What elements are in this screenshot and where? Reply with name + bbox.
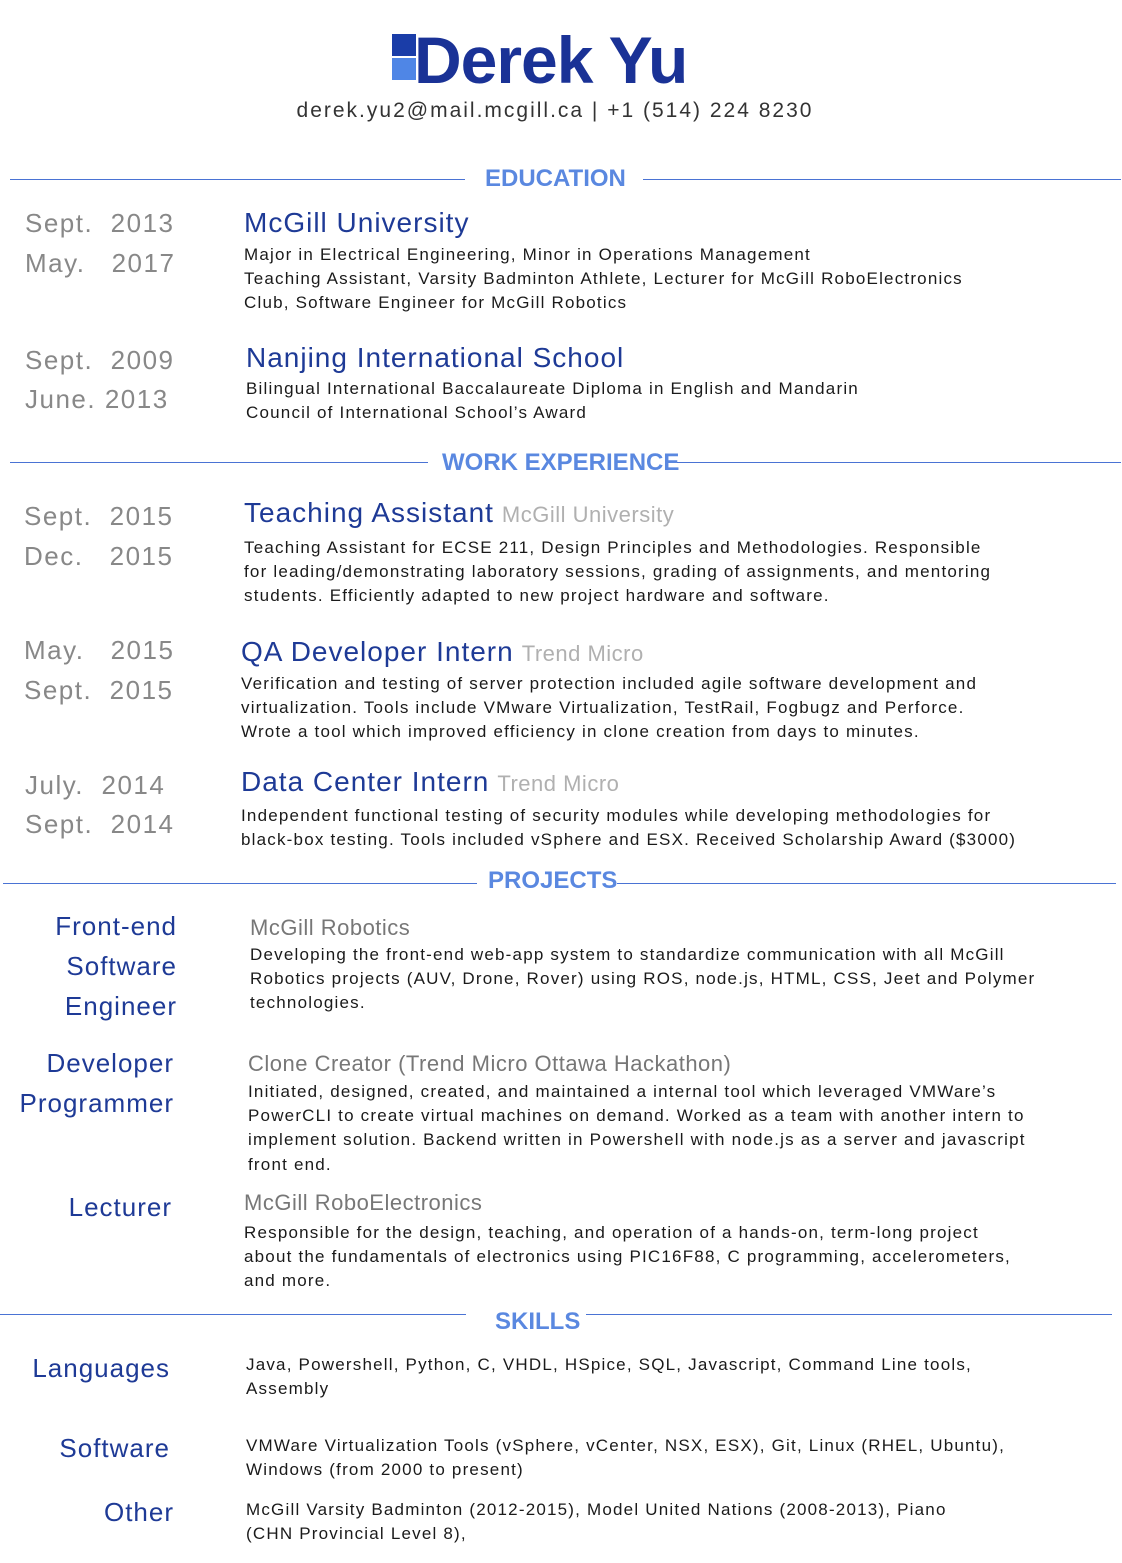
description-line: Developing the front-end web-app system …	[250, 945, 1005, 964]
description-line: Robotics projects (AUV, Drone, Rover) us…	[250, 969, 1036, 989]
description-line: Club, Software Engineer for McGill Robot…	[244, 293, 628, 313]
projects-heading: PROJECTS	[488, 867, 618, 894]
skills-heading: SKILLS	[495, 1308, 581, 1335]
work-3-start-date: July. 2014	[25, 770, 166, 800]
skill-other-list: McGill Varsity Badminton (2012-2015), Mo…	[246, 1498, 947, 1546]
description-line: VMWare Virtualization Tools (vSphere, vC…	[246, 1436, 1006, 1455]
skills-rule-right	[586, 1314, 1112, 1315]
edu-1-end-date: May. 2017	[25, 248, 176, 278]
work-rule-right	[677, 462, 1121, 463]
project-3-role: Lecturer	[10, 1187, 172, 1227]
projects-rule-right	[617, 883, 1116, 884]
description-line: Verification and testing of server prote…	[241, 674, 978, 693]
role-line: Software	[66, 951, 177, 981]
work-1-org: McGill University	[501, 502, 675, 527]
logo-mark	[392, 34, 416, 80]
skill-software-list: VMWare Virtualization Tools (vSphere, vC…	[246, 1434, 1005, 1482]
edu-2-start-date: Sept. 2009	[25, 345, 175, 375]
logo-block-top	[392, 34, 416, 56]
work-1-description: Teaching Assistant for ECSE 211, Design …	[244, 536, 991, 609]
work-2-role: QA Developer Intern	[241, 636, 514, 667]
description-line: Council of International School’s Award	[246, 403, 588, 423]
edu-1-description: Major in Electrical Engineering, Minor i…	[244, 243, 963, 316]
description-line: Teaching Assistant, Varsity Badminton At…	[244, 269, 963, 289]
description-line: Windows (from 2000 to present)	[246, 1460, 524, 1480]
edu-1-start-date: Sept. 2013	[25, 208, 175, 238]
work-2-end-date: Sept. 2015	[24, 675, 174, 705]
project-1-description: Developing the front-end web-app system …	[250, 943, 1035, 1016]
description-line: Java, Powershell, Python, C, VHDL, HSpic…	[246, 1355, 972, 1374]
edu-2-end-date: June. 2013	[25, 384, 169, 414]
role-line: Developer	[46, 1048, 174, 1078]
work-1-end-date: Dec. 2015	[24, 541, 174, 571]
project-1-role: Front-end Software Engineer	[10, 906, 177, 1026]
description-line: Teaching Assistant for ECSE 211, Design …	[244, 538, 982, 557]
description-line: implement solution. Backend written in P…	[248, 1130, 1026, 1150]
project-1-title: McGill Robotics	[250, 915, 411, 940]
skill-other-label: Other	[103, 1497, 174, 1527]
work-heading: WORK EXPERIENCE	[442, 449, 680, 476]
role-line: Front-end	[55, 911, 177, 941]
project-2-role: Developer Programmer	[10, 1043, 174, 1123]
role-line: Programmer	[19, 1088, 174, 1118]
work-2-title: QA Developer Intern Trend Micro	[241, 636, 644, 670]
description-line: McGill Varsity Badminton (2012-2015), Mo…	[246, 1500, 947, 1519]
education-heading: EDUCATION	[485, 165, 626, 192]
work-1-title: Teaching Assistant McGill University	[244, 497, 674, 531]
description-line: Wrote a tool which improved efficiency i…	[241, 722, 920, 742]
description-line: black-box testing. Tools included vSpher…	[241, 830, 1017, 850]
description-line: PowerCLI to create virtual machines on d…	[248, 1106, 1025, 1126]
education-rule-left	[10, 179, 465, 180]
skill-languages-label: Languages	[32, 1353, 170, 1383]
description-line: (CHN Provincial Level 8),	[246, 1524, 467, 1544]
work-1-role: Teaching Assistant	[244, 497, 494, 528]
work-2-start-date: May. 2015	[24, 635, 175, 665]
work-3-description: Independent functional testing of securi…	[241, 804, 1016, 852]
description-line: Major in Electrical Engineering, Minor i…	[244, 245, 811, 264]
role-line: Engineer	[64, 991, 177, 1021]
edu-2-description: Bilingual International Baccalaureate Di…	[246, 377, 859, 425]
skill-languages-list: Java, Powershell, Python, C, VHDL, HSpic…	[246, 1353, 972, 1401]
edu-1-title: McGill University	[244, 207, 470, 238]
project-3-description: Responsible for the design, teaching, an…	[244, 1221, 1011, 1294]
work-3-org: Trend Micro	[497, 771, 620, 796]
description-line: Independent functional testing of securi…	[241, 806, 992, 825]
description-line: Initiated, designed, created, and mainta…	[248, 1082, 997, 1101]
contact-info: derek.yu2@mail.mcgill.ca | +1 (514) 224 …	[296, 99, 814, 122]
work-rule-left	[10, 462, 428, 463]
project-3-title: McGill RoboElectronics	[244, 1190, 483, 1215]
description-line: and more.	[244, 1271, 332, 1291]
work-1-start-date: Sept. 2015	[24, 501, 174, 531]
work-2-description: Verification and testing of server prote…	[241, 672, 977, 745]
work-2-org: Trend Micro	[521, 641, 644, 666]
work-3-role: Data Center Intern	[241, 766, 490, 797]
description-line: virtualization. Tools include VMware Vir…	[241, 698, 965, 718]
description-line: Assembly	[246, 1379, 330, 1399]
project-2-title: Clone Creator (Trend Micro Ottawa Hackat…	[248, 1051, 732, 1076]
logo-block-bottom	[392, 58, 416, 80]
description-line: about the fundamentals of electronics us…	[244, 1247, 1011, 1267]
description-line: Responsible for the design, teaching, an…	[244, 1223, 979, 1242]
role-line: Lecturer	[68, 1192, 172, 1222]
description-line: for leading/demonstrating laboratory ses…	[244, 562, 992, 582]
project-2-description: Initiated, designed, created, and mainta…	[248, 1080, 1026, 1177]
projects-rule-left	[3, 883, 477, 884]
description-line: front end.	[248, 1154, 332, 1174]
description-line: students. Efficiently adapted to new pro…	[244, 586, 830, 606]
education-rule-right	[643, 179, 1121, 180]
work-3-end-date: Sept. 2014	[25, 809, 175, 839]
description-line: technologies.	[250, 993, 366, 1013]
work-3-title: Data Center Intern Trend Micro	[241, 766, 619, 800]
candidate-name: Derek Yu	[414, 23, 688, 97]
skills-rule-left	[0, 1314, 466, 1315]
edu-2-title: Nanjing International School	[246, 342, 625, 373]
description-line: Bilingual International Baccalaureate Di…	[246, 379, 859, 398]
skill-software-label: Software	[59, 1433, 170, 1463]
